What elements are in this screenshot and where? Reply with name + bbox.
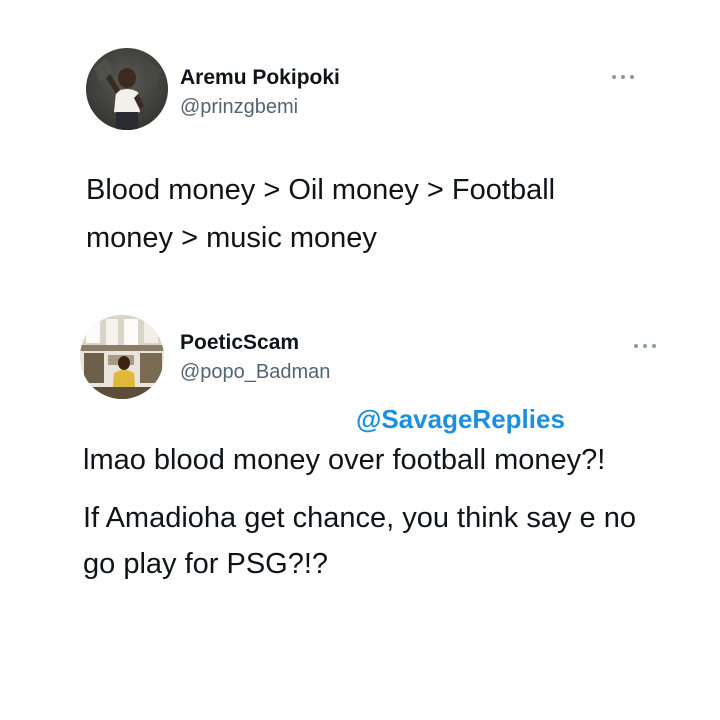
more-dot — [634, 344, 638, 348]
more-dot — [612, 75, 616, 79]
tweet-paragraph: lmao blood money over football money?! — [83, 444, 606, 476]
user-handle[interactable]: @prinzgbemi — [180, 96, 298, 119]
more-horizontal-icon[interactable] — [634, 341, 656, 351]
more-dot — [643, 344, 647, 348]
more-dot — [630, 75, 634, 79]
tweet-paragraph: If Amadioha get chance, you think say e … — [83, 502, 636, 580]
more-dot — [652, 344, 656, 348]
tweet-text: Blood money > Oil money > Football money… — [86, 174, 556, 254]
avatar[interactable] — [80, 315, 164, 399]
avatar-photo — [86, 48, 168, 130]
more-dot — [621, 75, 625, 79]
more-horizontal-icon[interactable] — [612, 72, 634, 82]
tweet-text: lmao blood money over football money?! I… — [83, 437, 663, 587]
display-name[interactable]: Aremu Pokipoki — [180, 66, 340, 90]
avatar[interactable] — [86, 48, 168, 130]
display-name[interactable]: PoeticScam — [180, 331, 299, 355]
user-handle[interactable]: @popo_Badman — [180, 361, 330, 384]
watermark: @SavageReplies — [356, 404, 565, 434]
avatar-photo — [80, 315, 164, 399]
